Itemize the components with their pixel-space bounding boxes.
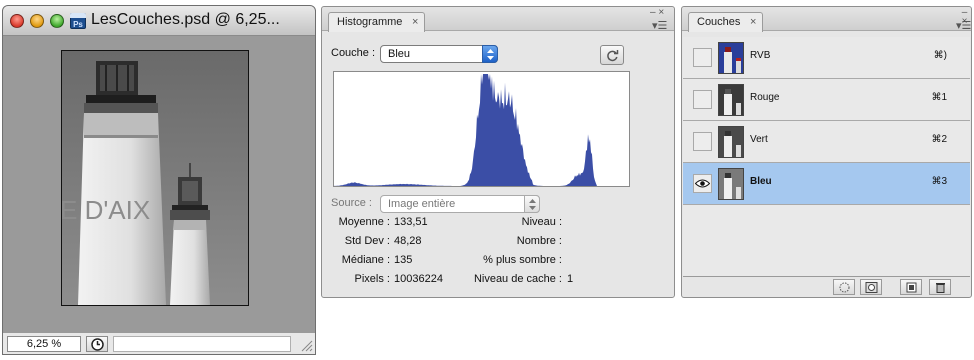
channel-thumbnail-bleu <box>718 168 744 200</box>
histogram-chart <box>334 74 629 186</box>
channel-visibility-toggle[interactable] <box>693 174 712 193</box>
channel-list: RVB ⌘) Rouge ⌘1 Vert ⌘2 Bleu ⌘3 <box>683 37 970 277</box>
channel-visibility-toggle[interactable] <box>693 48 712 67</box>
trash-icon <box>936 283 945 293</box>
channel-shortcut: ⌘2 <box>931 134 947 145</box>
tab-histogramme[interactable]: Histogramme × <box>328 12 426 32</box>
stat-pixels-value: 10036224 <box>394 273 443 285</box>
couche-label: Couche : <box>331 47 376 59</box>
document-title: LesCouches.psd @ 6,25... <box>91 11 280 28</box>
couche-select-value: Bleu <box>388 48 411 60</box>
lighthouse-photo: E D'AIX <box>62 51 248 305</box>
channel-visibility-toggle[interactable] <box>693 90 712 109</box>
tab-close-icon[interactable]: × <box>412 13 418 31</box>
new-channel-button[interactable] <box>900 279 922 295</box>
stat-plus-sombre-label: % plus sombre : <box>483 254 562 266</box>
stat-niveau-label: Niveau : <box>521 216 562 228</box>
panel-menu-icon[interactable]: ▾☰ <box>652 19 667 32</box>
status-info-button[interactable] <box>86 336 108 352</box>
clock-icon <box>91 338 104 351</box>
dotted-circle-icon <box>839 282 850 293</box>
panel-collapse-icon[interactable]: – × <box>650 8 664 18</box>
couche-select[interactable]: Bleu <box>380 45 498 63</box>
stat-moyenne-label: Moyenne : <box>338 216 390 228</box>
channel-shortcut: ⌘) <box>933 50 947 61</box>
source-select[interactable]: Image entière <box>380 195 540 213</box>
channels-panel: Couches × – × ▾☰ RVB ⌘) Rouge ⌘1 Vert ⌘2… <box>681 6 972 298</box>
eye-icon <box>695 179 710 188</box>
stat-cache-label: Niveau de cache : <box>473 273 562 285</box>
load-selection-button[interactable] <box>833 279 855 295</box>
stat-nombre-label: Nombre : <box>516 235 562 247</box>
channel-row-rvb[interactable]: RVB ⌘) <box>683 37 970 79</box>
histogram-graph[interactable] <box>333 71 630 187</box>
channel-name: Rouge <box>750 92 780 103</box>
tab-couches[interactable]: Couches × <box>688 12 764 32</box>
document-titlebar[interactable]: Ps LesCouches.psd @ 6,25... <box>3 6 315 36</box>
psd-file-icon: Ps <box>70 13 86 29</box>
channel-shortcut: ⌘3 <box>931 176 947 187</box>
save-selection-button[interactable] <box>860 279 882 295</box>
close-window-button[interactable] <box>10 14 24 28</box>
document-statusbar: 6,25 % <box>3 332 315 354</box>
select-arrows-icon <box>482 45 498 63</box>
document-window: Ps LesCouches.psd @ 6,25... E D'AIX 6,25… <box>2 5 316 355</box>
minimize-window-button[interactable] <box>30 14 44 28</box>
channel-thumbnail-rouge <box>718 84 744 116</box>
mask-icon <box>865 282 878 293</box>
lighthouse-lettering: E D'AIX <box>62 195 150 225</box>
tab-histogramme-label: Histogramme <box>337 16 403 28</box>
document-canvas[interactable]: E D'AIX <box>61 50 249 306</box>
source-select-value: Image entière <box>388 198 456 210</box>
select-arrows-icon <box>524 195 540 213</box>
delete-channel-button[interactable] <box>929 279 951 295</box>
tab-couches-label: Couches <box>697 16 741 28</box>
channel-row-vert[interactable]: Vert ⌘2 <box>683 121 970 163</box>
refresh-icon <box>607 50 619 62</box>
histogram-panel: Histogramme × – × ▾☰ Couche : Bleu Sourc… <box>321 6 675 298</box>
channel-row-bleu[interactable]: Bleu ⌘3 <box>683 163 970 205</box>
stat-mediane-label: Médiane : <box>341 254 390 266</box>
channel-thumbnail-rvb <box>718 42 744 74</box>
zoom-level-field[interactable]: 6,25 % <box>7 336 81 352</box>
channel-row-rouge[interactable]: Rouge ⌘1 <box>683 79 970 121</box>
stat-moyenne-value: 133,51 <box>394 216 428 228</box>
panel-menu-icon[interactable]: ▾☰ <box>956 19 971 32</box>
stat-cache-value: 1 <box>567 273 574 285</box>
channel-name: RVB <box>750 50 771 61</box>
histogram-panel-header[interactable]: Histogramme × – × ▾☰ <box>322 7 674 32</box>
stat-pixels-label: Pixels : <box>354 273 390 285</box>
channel-visibility-toggle[interactable] <box>693 132 712 151</box>
new-page-icon <box>906 282 917 293</box>
channel-name: Bleu <box>750 176 772 187</box>
stat-stddev-value: 48,28 <box>394 235 422 247</box>
histogram-area <box>334 74 629 186</box>
tab-close-icon[interactable]: × <box>750 13 756 31</box>
resize-grip-icon[interactable] <box>299 338 313 352</box>
channels-panel-footer <box>683 276 970 296</box>
stat-mediane-value: 135 <box>394 254 413 266</box>
stat-stddev-label: Std Dev : <box>344 235 390 247</box>
refresh-histogram-button[interactable] <box>600 45 624 65</box>
channel-shortcut: ⌘1 <box>931 92 947 103</box>
source-label: Source : <box>331 197 372 209</box>
channel-name: Vert <box>750 134 768 145</box>
zoom-window-button[interactable] <box>50 14 64 28</box>
channels-panel-header[interactable]: Couches × – × ▾☰ <box>682 7 971 32</box>
channel-thumbnail-vert <box>718 126 744 158</box>
horizontal-scrollbar[interactable] <box>113 336 291 352</box>
